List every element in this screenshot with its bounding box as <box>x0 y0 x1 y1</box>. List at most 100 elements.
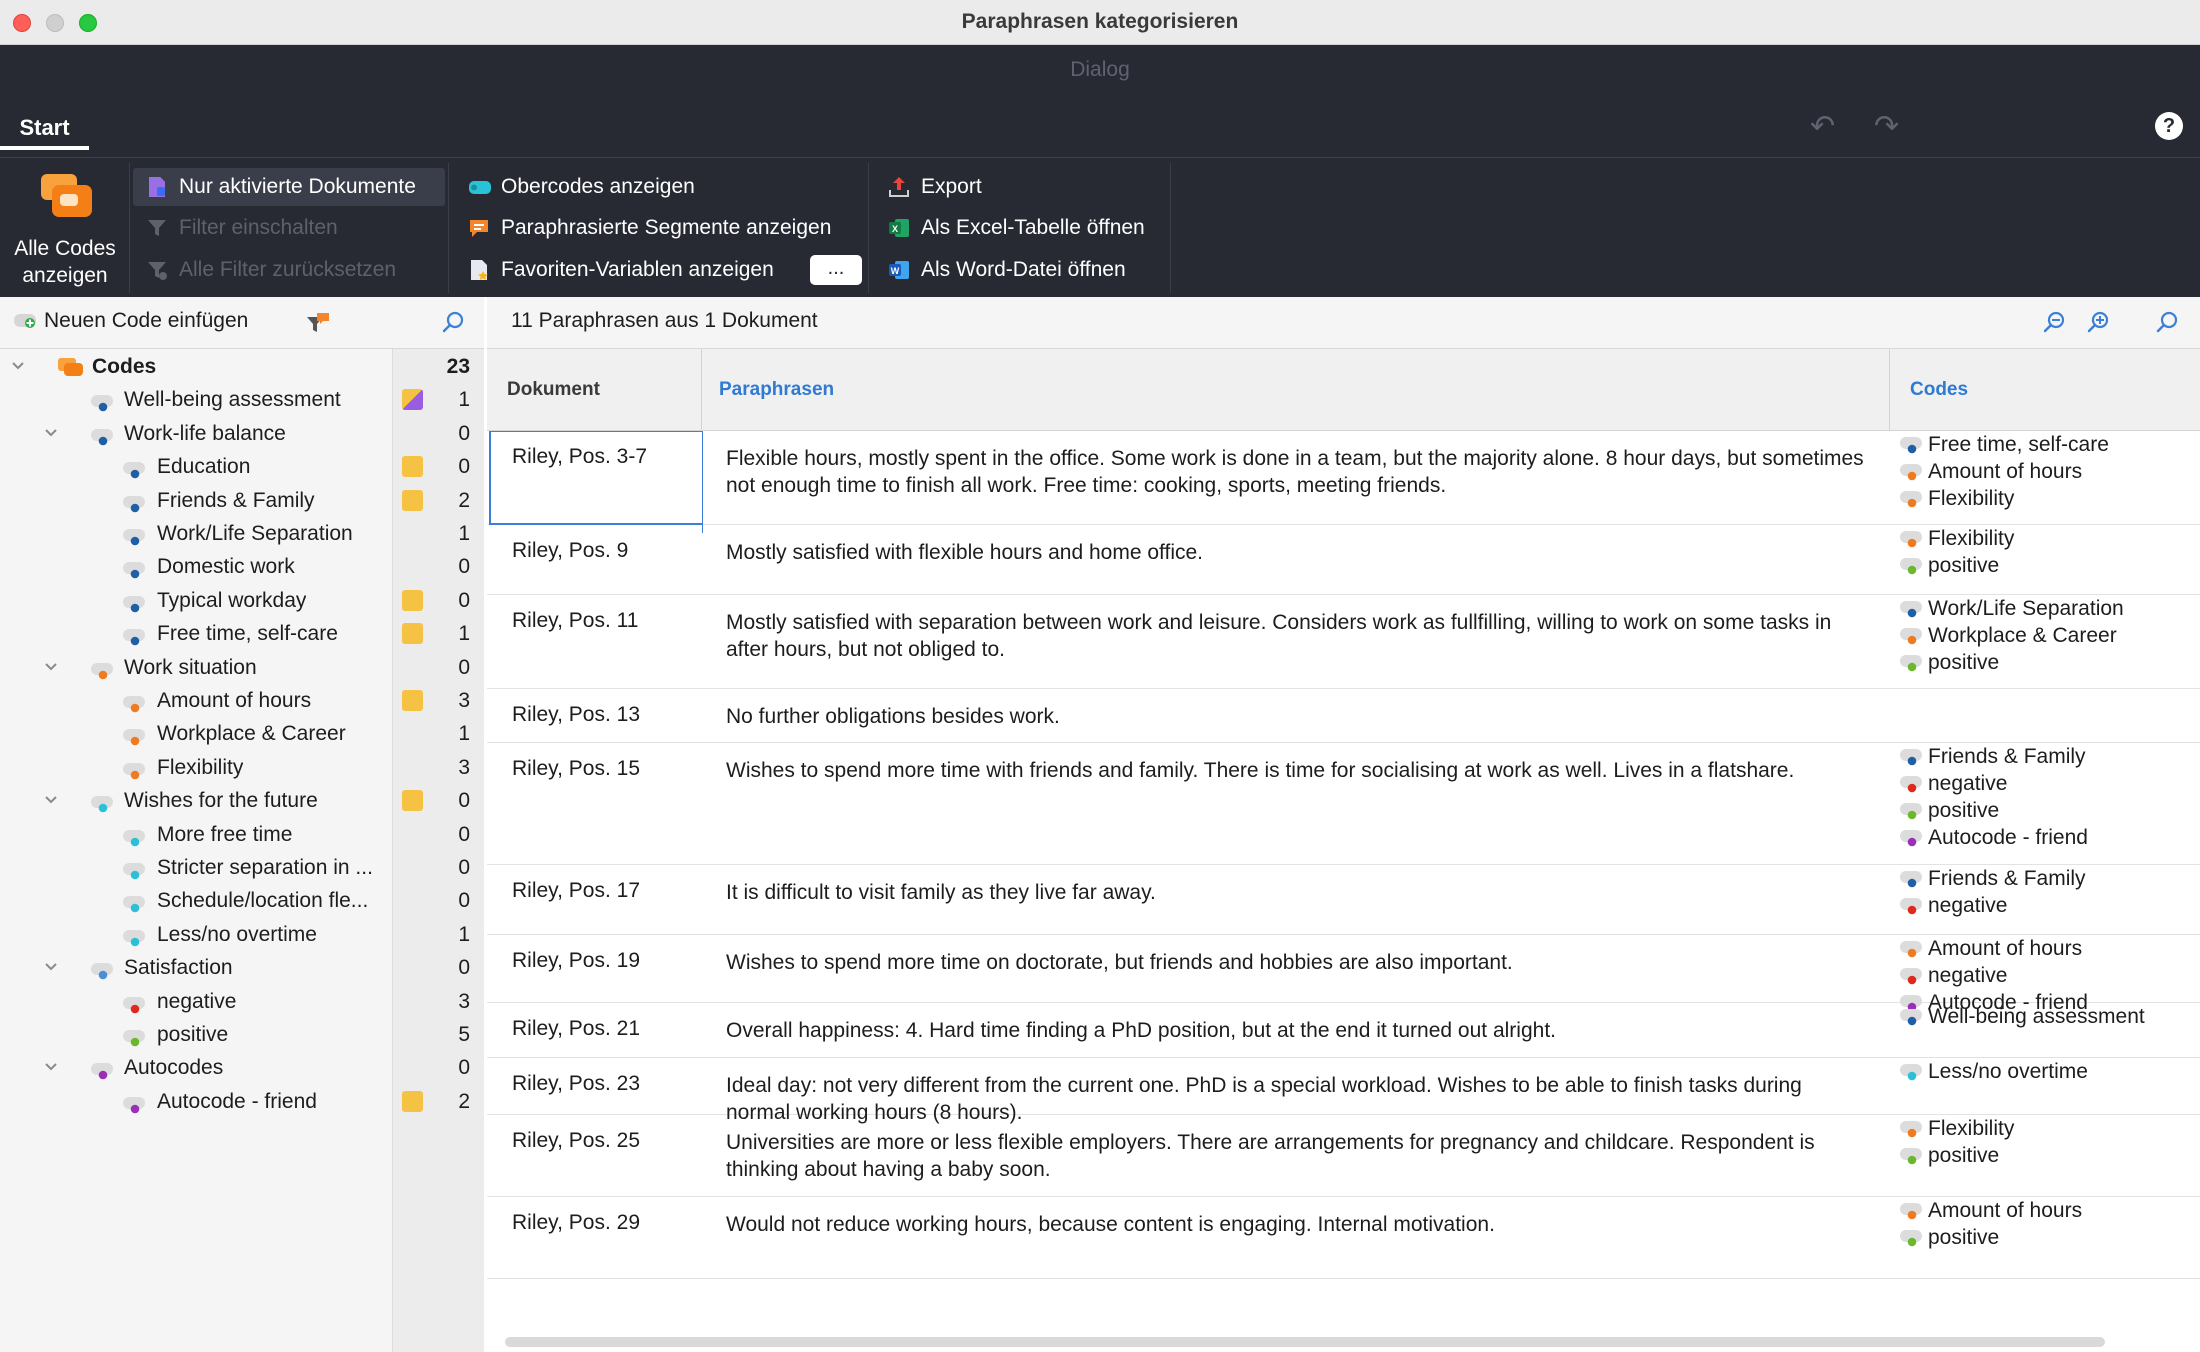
redo-icon[interactable]: ↷ <box>1874 109 1899 144</box>
paraphrase-cell[interactable]: Flexible hours, mostly spent in the offi… <box>726 445 1866 499</box>
codes-cell[interactable]: Amount of hours positive <box>1899 1197 2199 1251</box>
search-previous-icon[interactable] <box>2041 309 2069 337</box>
code-tree-item-friends-family[interactable]: Friends & Family 2 <box>0 484 484 517</box>
assigned-code[interactable]: negative <box>1899 892 2199 919</box>
assigned-code[interactable]: Amount of hours <box>1899 1197 2199 1224</box>
assigned-code[interactable]: positive <box>1899 552 2199 579</box>
memo-icon[interactable] <box>402 1090 423 1112</box>
assigned-code[interactable]: Flexibility <box>1899 525 2199 552</box>
chevron-down-icon[interactable] <box>41 957 61 977</box>
codes-cell[interactable]: Less/no overtime <box>1899 1058 2199 1085</box>
document-cell[interactable]: Riley, Pos. 19 <box>512 949 640 973</box>
more-options-button[interactable]: ... <box>810 255 862 285</box>
paraphrase-row[interactable]: Riley, Pos. 17 It is difficult to visit f… <box>487 865 2200 935</box>
reset-all-filters-button[interactable]: Alle Filter zurücksetzen <box>133 251 445 289</box>
paraphrase-row[interactable]: Riley, Pos. 25 Universities are more or l… <box>487 1115 2200 1197</box>
paraphrase-row[interactable]: Riley, Pos. 23 Ideal day: not very differ… <box>487 1058 2200 1124</box>
assigned-code[interactable]: positive <box>1899 1224 2199 1251</box>
show-paraphrased-segments-button[interactable]: Paraphrasierte Segmente anzeigen <box>455 209 865 247</box>
only-activated-documents-button[interactable]: Nur aktivierte Dokumente <box>133 168 445 206</box>
paraphrase-cell[interactable]: Wishes to spend more time on doctorate, … <box>726 949 1866 976</box>
show-all-codes-button[interactable]: Alle Codes anzeigen <box>0 163 130 293</box>
code-tree-item-amount-of-hours[interactable]: Amount of hours 3 <box>0 684 484 717</box>
memo-icon[interactable] <box>402 623 423 645</box>
insert-new-code-button[interactable]: Neuen Code einfügen <box>14 309 248 333</box>
memo-icon[interactable] <box>402 690 423 711</box>
code-tree-item-flexibility[interactable]: Flexibility 3 <box>0 751 484 784</box>
assigned-code[interactable]: Amount of hours <box>1899 458 2199 485</box>
assigned-code[interactable]: Work/Life Separation <box>1899 595 2199 622</box>
column-header-paraphrases[interactable]: Paraphrasen <box>702 349 1890 431</box>
assigned-code[interactable]: negative <box>1899 962 2199 989</box>
code-tree-item-codes[interactable]: Codes 23 <box>0 350 484 383</box>
code-tree-item-more-free-time[interactable]: More free time 0 <box>0 818 484 851</box>
assigned-code[interactable]: Flexibility <box>1899 1115 2199 1142</box>
tab-start[interactable]: Start <box>0 107 89 150</box>
show-favorite-variables-button[interactable]: Favoriten-Variablen anzeigen <box>455 251 805 289</box>
memo-icon[interactable] <box>402 489 423 511</box>
paraphrase-cell[interactable]: Universities are more or less flexible e… <box>726 1129 1866 1183</box>
paraphrase-cell[interactable]: It is difficult to visit family as they … <box>726 879 1866 906</box>
paraphrase-row[interactable]: Riley, Pos. 21 Overall happiness: 4. Hard… <box>487 1003 2200 1058</box>
paraphrase-cell[interactable]: No further obligations besides work. <box>726 703 1866 730</box>
document-cell[interactable]: Riley, Pos. 29 <box>512 1211 640 1235</box>
document-cell[interactable]: Riley, Pos. 15 <box>512 757 640 781</box>
search-next-icon[interactable] <box>2085 309 2113 337</box>
chevron-down-icon[interactable] <box>41 1057 61 1077</box>
code-tree-item-work-situation[interactable]: Work situation 0 <box>0 651 484 684</box>
memo-icon[interactable] <box>402 456 423 478</box>
code-tree-item-satisfaction[interactable]: Satisfaction 0 <box>0 951 484 984</box>
assigned-code[interactable]: positive <box>1899 649 2199 676</box>
code-tree-item-autocode-friend[interactable]: Autocode - friend 2 <box>0 1085 484 1118</box>
assigned-code[interactable]: Flexibility <box>1899 485 2199 512</box>
code-tree-item-autocodes[interactable]: Autocodes 0 <box>0 1051 484 1084</box>
codes-cell[interactable]: Well-being assessment <box>1899 1003 2199 1030</box>
document-cell[interactable]: Riley, Pos. 25 <box>512 1129 640 1153</box>
column-header-document[interactable]: Dokument <box>487 349 702 431</box>
paraphrase-row[interactable]: Riley, Pos. 13 No further obligations bes… <box>487 689 2200 743</box>
codes-cell[interactable]: Work/Life Separation Workplace & Career po… <box>1899 595 2199 676</box>
document-cell[interactable]: Riley, Pos. 23 <box>512 1072 640 1096</box>
chevron-down-icon[interactable] <box>41 790 61 810</box>
paraphrase-cell[interactable]: Mostly satisfied with flexible hours and… <box>726 539 1866 566</box>
code-tree-item-work-life-balance[interactable]: Work-life balance 0 <box>0 417 484 450</box>
assigned-code[interactable]: Workplace & Career <box>1899 622 2199 649</box>
document-cell[interactable]: Riley, Pos. 11 <box>512 609 638 633</box>
code-tree-item-negative[interactable]: negative 3 <box>0 985 484 1018</box>
paraphrase-row[interactable]: Riley, Pos. 15 Wishes to spend more time … <box>487 743 2200 865</box>
codes-cell[interactable]: Flexibility positive <box>1899 1115 2199 1169</box>
codes-cell[interactable]: Flexibility positive <box>1899 525 2199 579</box>
assigned-code[interactable]: Autocode - friend <box>1899 824 2199 851</box>
chevron-down-icon[interactable] <box>8 356 28 376</box>
code-tree-item-work-life-separation[interactable]: Work/Life Separation 1 <box>0 517 484 550</box>
code-tree-item-free-time-self-care[interactable]: Free time, self-care 1 <box>0 617 484 650</box>
codes-cell[interactable]: Friends & Family negative positive Autocode… <box>1899 743 2199 851</box>
code-tree-item-schedule-location-fle[interactable]: Schedule/location fle... 0 <box>0 884 484 917</box>
paraphrase-row[interactable]: Riley, Pos. 19 Wishes to spend more time … <box>487 935 2200 1014</box>
paraphrase-row[interactable]: Riley, Pos. 11 Mostly satisfied with sepa… <box>487 595 2200 689</box>
paraphrase-cell[interactable]: Overall happiness: 4. Hard time finding … <box>726 1017 1866 1044</box>
document-cell[interactable]: Riley, Pos. 17 <box>512 879 640 903</box>
code-tree-item-positive[interactable]: positive 5 <box>0 1018 484 1051</box>
assigned-code[interactable]: Amount of hours <box>1899 935 2199 962</box>
code-tree-item-education[interactable]: Education 0 <box>0 450 484 483</box>
document-cell[interactable]: Riley, Pos. 21 <box>512 1017 640 1041</box>
paraphrase-row[interactable]: Riley, Pos. 9 Mostly satisfied with flexi… <box>487 525 2200 595</box>
paraphrase-row[interactable]: Riley, Pos. 3-7 Flexible hours, mostly sp… <box>487 431 2200 525</box>
paraphrase-filter-icon[interactable] <box>305 311 331 337</box>
assigned-code[interactable]: negative <box>1899 770 2199 797</box>
enable-filter-button[interactable]: Filter einschalten <box>133 209 445 247</box>
chevron-down-icon[interactable] <box>41 423 61 443</box>
memo-icon[interactable] <box>402 589 423 611</box>
assigned-code[interactable]: Friends & Family <box>1899 865 2199 892</box>
assigned-code[interactable]: positive <box>1899 1142 2199 1169</box>
assigned-code[interactable]: Less/no overtime <box>1899 1058 2199 1085</box>
assigned-code[interactable]: Friends & Family <box>1899 743 2199 770</box>
memo-icon[interactable] <box>402 790 423 812</box>
export-button[interactable]: Export <box>875 168 1175 206</box>
assigned-code[interactable]: Free time, self-care <box>1899 431 2199 458</box>
code-tree-item-workplace-career[interactable]: Workplace & Career 1 <box>0 717 484 750</box>
column-header-codes[interactable]: Codes <box>1890 349 2200 431</box>
chevron-down-icon[interactable] <box>41 657 61 677</box>
code-tree-item-wishes-for-the-future[interactable]: Wishes for the future 0 <box>0 784 484 817</box>
